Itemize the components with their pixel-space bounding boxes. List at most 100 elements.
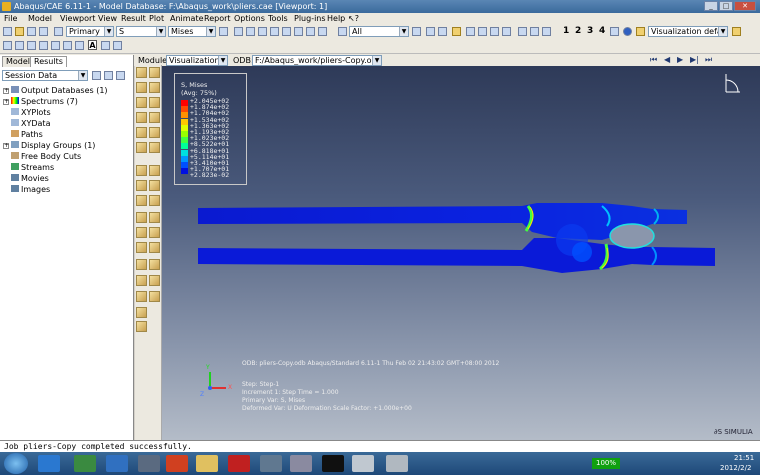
view-bottom-icon[interactable]: [502, 27, 511, 36]
animation-options-icon[interactable]: [149, 142, 160, 153]
cycle-views-icon[interactable]: [294, 27, 303, 36]
tree-filter-icon[interactable]: [92, 71, 101, 80]
tree-item-output-databases[interactable]: + Output Databases (1): [0, 85, 108, 96]
color-code-icon[interactable]: [27, 41, 36, 50]
previous-frame-icon[interactable]: ◀: [664, 55, 670, 64]
plot-undeformed-icon[interactable]: [136, 67, 147, 78]
office-taskbar-icon[interactable]: [166, 455, 188, 472]
variable-combo[interactable]: S ▼: [116, 26, 166, 37]
allow-multiple-plot-states-icon[interactable]: [136, 112, 147, 123]
cmd-taskbar-icon[interactable]: [322, 455, 344, 472]
view-top-icon[interactable]: [490, 27, 499, 36]
new-file-icon[interactable]: [3, 27, 12, 36]
tab-results[interactable]: Results: [30, 56, 67, 67]
plot-symbols-icon[interactable]: [136, 97, 147, 108]
create-xy-data-icon[interactable]: [136, 165, 147, 176]
play-icon[interactable]: ▶: [677, 55, 683, 64]
tree-item-images[interactable]: Images: [11, 184, 50, 195]
zoom-indicator[interactable]: 100%: [592, 458, 620, 469]
view-right-icon[interactable]: [478, 27, 487, 36]
maxthon-taskbar-icon[interactable]: [106, 455, 128, 472]
network-taskbar-icon[interactable]: [138, 455, 160, 472]
create-field-output-icon[interactable]: [149, 291, 160, 302]
last-frame-icon[interactable]: ⏭: [705, 55, 712, 65]
free-body-manager-icon[interactable]: [149, 259, 160, 270]
menu-view[interactable]: View: [98, 13, 117, 25]
tree-item-paths[interactable]: Paths: [11, 129, 43, 140]
view-left-icon[interactable]: [466, 27, 475, 36]
auto-fit-icon[interactable]: [282, 27, 291, 36]
help-pointer-icon[interactable]: ↖?: [348, 13, 359, 25]
zoom-box-icon[interactable]: [270, 27, 279, 36]
view-1-button[interactable]: 1: [563, 26, 569, 36]
app-taskbar-icon[interactable]: [74, 455, 96, 472]
maximize-button[interactable]: □: [719, 1, 733, 11]
view-front-icon[interactable]: [426, 27, 435, 36]
media-taskbar-icon[interactable]: [260, 455, 282, 472]
module-combo[interactable]: Visualization ▼: [166, 55, 228, 66]
replace-icon[interactable]: [75, 41, 84, 50]
animate-time-history-icon[interactable]: [149, 127, 160, 138]
plot-contours-both-icon[interactable]: [149, 82, 160, 93]
menu-animate[interactable]: Animate: [170, 13, 204, 25]
edit-annotation-icon[interactable]: [136, 321, 147, 332]
tree-expand-icon[interactable]: [116, 71, 125, 80]
first-frame-icon[interactable]: ⏮: [650, 55, 657, 65]
pick-filter-combo[interactable]: All ▼: [349, 26, 409, 37]
color-palette-icon[interactable]: [113, 41, 122, 50]
menu-plot[interactable]: Plot: [149, 13, 164, 25]
translucency-icon[interactable]: [39, 41, 48, 50]
pan-icon[interactable]: [234, 27, 243, 36]
ie-taskbar-icon[interactable]: [38, 455, 60, 472]
start-button[interactable]: [4, 453, 28, 474]
app2-taskbar-icon[interactable]: [290, 455, 312, 472]
tree-item-free-body-cuts[interactable]: Free Body Cuts: [11, 151, 81, 162]
tree-collapse-icon[interactable]: [104, 71, 113, 80]
plot-deformed-icon[interactable]: [149, 67, 160, 78]
superimpose-icon[interactable]: [15, 41, 24, 50]
info-icon[interactable]: [623, 27, 632, 36]
view-2-button[interactable]: 2: [575, 26, 581, 36]
selection-options-icon[interactable]: [412, 27, 421, 36]
create-free-body-icon[interactable]: [136, 259, 147, 270]
next-frame-icon[interactable]: ▶|: [690, 55, 699, 64]
view-4-button[interactable]: 4: [599, 26, 605, 36]
probe-values-icon[interactable]: [149, 275, 160, 286]
visualization-defaults-combo[interactable]: Visualization defaults ▼: [648, 26, 728, 37]
select-pointer-icon[interactable]: [338, 27, 347, 36]
animate-scale-factor-icon[interactable]: [136, 127, 147, 138]
create-path-icon[interactable]: [136, 227, 147, 238]
overlay-plot-icon[interactable]: [149, 112, 160, 123]
undo-view-icon[interactable]: [318, 27, 327, 36]
display-group-icon[interactable]: [63, 41, 72, 50]
menu-model[interactable]: Model: [28, 13, 52, 25]
visualization-options-icon[interactable]: [636, 27, 645, 36]
tree-item-xydata[interactable]: XYData: [11, 118, 50, 129]
arrow-annotation-icon[interactable]: [101, 41, 110, 50]
menu-viewport[interactable]: Viewport: [60, 13, 95, 25]
view-back-icon[interactable]: [438, 27, 447, 36]
folder-taskbar-icon[interactable]: [196, 455, 218, 472]
menu-tools[interactable]: Tools: [268, 13, 288, 25]
odb-combo[interactable]: F:/Abaqus_work/pliers-Copy.odb ▼: [252, 55, 382, 66]
view-iso-icon[interactable]: [452, 27, 461, 36]
query-information-icon[interactable]: [136, 275, 147, 286]
create-stream-icon[interactable]: [136, 180, 147, 191]
view-3-button[interactable]: 3: [587, 26, 593, 36]
open-file-icon[interactable]: [15, 27, 24, 36]
clock-date[interactable]: 2012/2/2: [720, 464, 751, 472]
options-menu-icon[interactable]: [732, 27, 741, 36]
xy-data-manager-icon[interactable]: [149, 165, 160, 176]
plot-contours-icon[interactable]: [136, 82, 147, 93]
save-icon[interactable]: [27, 27, 36, 36]
display-group-manager-icon[interactable]: [149, 212, 160, 223]
render-wireframe-icon[interactable]: [518, 27, 527, 36]
text-annotation-icon[interactable]: A: [88, 40, 97, 50]
magnify-icon[interactable]: [258, 27, 267, 36]
view-manager-icon[interactable]: [610, 27, 619, 36]
superimpose-options-icon[interactable]: [149, 195, 160, 206]
render-shaded-icon[interactable]: [542, 27, 551, 36]
print-icon[interactable]: [39, 27, 48, 36]
view-cut-manager-icon[interactable]: [149, 242, 160, 253]
layer-icon[interactable]: [51, 41, 60, 50]
